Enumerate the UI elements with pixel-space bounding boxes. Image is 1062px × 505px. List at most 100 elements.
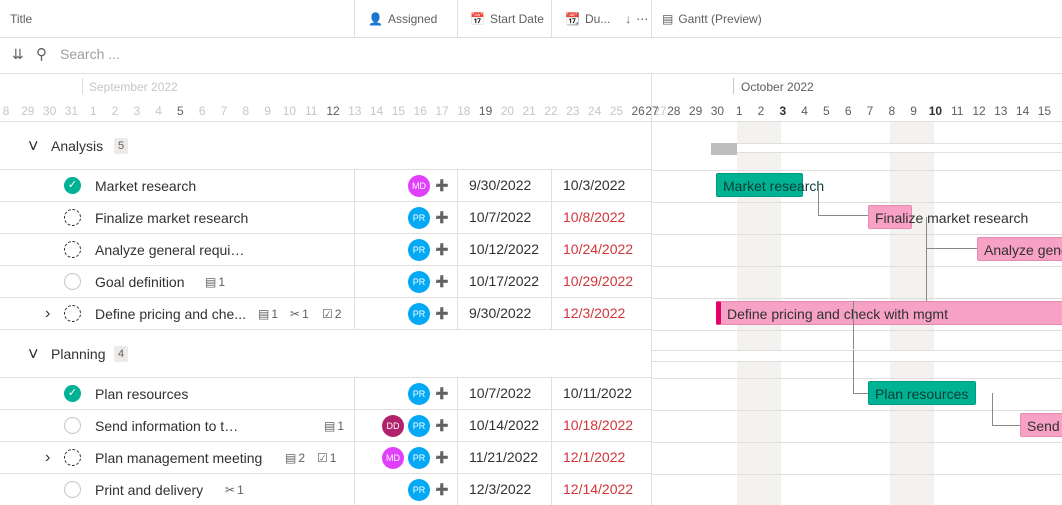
start-date[interactable]: 12/3/2022 [469,481,531,497]
timeline-day: 17 [435,104,449,118]
calendar-icon: 📅 [470,12,485,26]
status-complete-icon[interactable]: ✓ [64,177,81,194]
title-header-label: Title [10,12,33,26]
timeline-day: 10 [282,104,297,118]
group-row[interactable]: ˅ Planning 4 [0,330,651,378]
task-bar-plan-resources[interactable]: Plan resources [868,381,976,405]
due-date[interactable]: 10/11/2022 [563,385,632,401]
add-person-icon[interactable]: ➕ [435,243,449,256]
due-date[interactable]: 10/18/2022 [563,417,633,433]
add-person-icon[interactable]: ➕ [435,275,449,288]
avatar[interactable]: PR [408,207,430,229]
due-date[interactable]: 10/8/2022 [563,209,625,225]
avatar[interactable]: PR [408,479,430,501]
task-title[interactable]: Send information to team memb... [95,418,245,434]
column-divider [354,442,355,474]
add-person-icon[interactable]: ➕ [435,483,449,496]
due-date-column-header[interactable]: 📆 Du... ↓ ⋯ [565,0,648,38]
task-bar-finalize-market-research[interactable]: Finalize market research [868,205,1028,229]
task-title[interactable]: Market research [95,178,196,194]
due-date[interactable]: 10/3/2022 [563,177,625,193]
timeline-day: 30 [710,104,725,118]
due-date[interactable]: 12/3/2022 [563,305,625,321]
task-title[interactable]: Goal definition [95,274,185,290]
status-inprogress-icon[interactable] [64,305,81,322]
start-date[interactable]: 11/21/2022 [469,449,538,465]
add-person-icon[interactable]: ➕ [435,179,449,192]
gantt-column-header[interactable]: ▤ Gantt (Preview) [662,0,762,38]
due-date[interactable]: 12/14/2022 [563,481,633,497]
due-date[interactable]: 10/29/2022 [563,273,633,289]
summary-bar[interactable] [711,143,1062,153]
title-column-header[interactable]: Title [10,0,32,38]
task-title[interactable]: Define pricing and che... [95,306,246,322]
search-input[interactable] [60,46,360,62]
chevron-down-icon[interactable]: ˅ [28,344,39,365]
column-divider[interactable] [651,0,652,38]
status-inprogress-icon[interactable] [64,241,81,258]
task-row[interactable]: › Plan management meeting ▤ 2 ☑ 1 MD PR ➕ 11/21/2… [0,442,651,474]
task-row[interactable]: Send information to team memb... ▤1 DDPR ➕ 1… [0,410,651,442]
status-complete-icon[interactable]: ✓ [64,385,81,402]
chevron-right-icon[interactable]: › [45,305,50,323]
task-row[interactable]: › Define pricing and che... ▤ 1 ✂ 1 ☑ 2 PR ➕ 9/30/… [0,298,651,330]
column-divider[interactable] [551,0,552,38]
attachment-icon: ✂ [225,483,236,497]
sort-down-icon[interactable]: ↓ [625,12,631,26]
column-divider[interactable] [457,0,458,38]
avatar[interactable]: MD [382,447,404,469]
task-bar-send-information[interactable]: Send i [1020,413,1062,437]
collapse-all-icon[interactable]: ⇊ [12,46,24,63]
avatar[interactable]: PR [408,303,430,325]
avatar[interactable]: PR [408,447,430,469]
avatar[interactable]: PR [408,383,430,405]
chevron-down-icon[interactable]: ˅ [28,136,39,157]
task-row[interactable]: Finalize market research PR ➕ 10/7/2022 10/8… [0,202,651,234]
start-date[interactable]: 9/30/2022 [469,177,531,193]
start-date-column-header[interactable]: 📅 Start Date [470,0,544,38]
status-todo-icon[interactable] [64,273,81,290]
due-date[interactable]: 12/1/2022 [563,449,625,465]
status-inprogress-icon[interactable] [64,209,81,226]
group-row[interactable]: ˅ Analysis 5 [0,122,651,170]
task-row[interactable]: Print and delivery ✂ 1 PR ➕ 12/3/2022 12/14/20… [0,474,651,505]
task-row[interactable]: ✓ Plan resources PR ➕ 10/7/2022 10/11/2022 [0,378,651,410]
assigned-column-header[interactable]: 👤 Assigned [368,0,437,38]
start-date[interactable]: 10/12/2022 [469,241,539,257]
task-bar-analyze-requirements[interactable]: Analyze gene [977,237,1062,261]
more-icon[interactable]: ⋯ [636,12,648,26]
task-title[interactable]: Analyze general requirements [95,242,245,258]
add-person-icon[interactable]: ➕ [435,419,449,432]
add-person-icon[interactable]: ➕ [435,307,449,320]
task-title[interactable]: Finalize market research [95,210,248,226]
column-divider[interactable] [354,0,355,38]
due-date[interactable]: 10/24/2022 [563,241,633,257]
avatar[interactable]: PR [408,271,430,293]
task-title[interactable]: Plan management meeting [95,450,262,466]
status-todo-icon[interactable] [64,417,81,434]
task-row[interactable]: Goal definition ▤ 1 PR ➕ 10/17/2022 10/29/2022 [0,266,651,298]
chevron-right-icon[interactable]: › [45,449,50,467]
task-row[interactable]: Analyze general requirements PR ➕ 10/12/202… [0,234,651,266]
summary-bar[interactable] [652,350,1062,362]
task-bar-define-pricing[interactable]: Define pricing and check with mgmt [716,301,1062,325]
start-date[interactable]: 10/14/2022 [469,417,539,433]
start-date[interactable]: 9/30/2022 [469,305,531,321]
group-title: Planning [51,346,106,362]
task-title[interactable]: Plan resources [95,386,188,402]
task-bar-market-research[interactable]: Market research [716,173,824,197]
start-date[interactable]: 10/17/2022 [469,273,539,289]
status-todo-icon[interactable] [64,481,81,498]
start-date[interactable]: 10/7/2022 [469,209,531,225]
task-row[interactable]: ✓ Market research MD ➕ 9/30/2022 10/3/2022 [0,170,651,202]
avatar[interactable]: DD [382,415,404,437]
add-person-icon[interactable]: ➕ [435,387,449,400]
task-title[interactable]: Print and delivery [95,482,203,498]
add-person-icon[interactable]: ➕ [435,211,449,224]
avatar[interactable]: MD [408,175,430,197]
avatar[interactable]: PR [408,415,430,437]
status-inprogress-icon[interactable] [64,449,81,466]
start-date[interactable]: 10/7/2022 [469,385,531,401]
add-person-icon[interactable]: ➕ [435,451,449,464]
avatar[interactable]: PR [408,239,430,261]
